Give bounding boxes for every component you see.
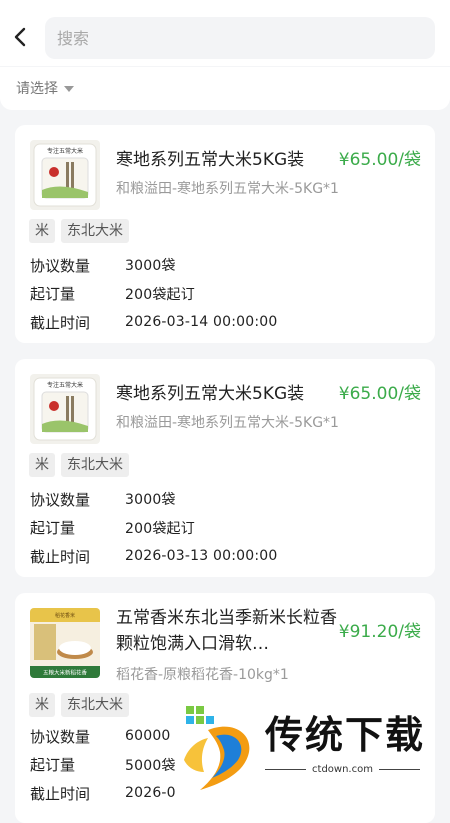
detail-row: 截止时间 2026-03-14 00:00:00 (30, 308, 278, 337)
tag: 东北大米 (61, 453, 129, 477)
watermark-logo-icon (184, 706, 250, 790)
row-label: 起订量 (30, 519, 76, 538)
detail-row: 协议数量 3000袋 (30, 251, 278, 280)
tag: 米 (29, 219, 55, 243)
detail-rows: 协议数量 60000 起订量 5000袋 截止时间 2026-0 (30, 722, 176, 808)
tag: 米 (29, 693, 55, 717)
detail-rows: 协议数量 3000袋 起订量 200袋起订 截止时间 2026-03-13 00… (30, 485, 278, 571)
product-price: ¥91.20/袋 (338, 622, 421, 642)
row-value: 200袋起订 (125, 520, 195, 537)
tag: 东北大米 (61, 219, 129, 243)
row-value: 60000 (125, 728, 171, 745)
product-thumbnail: 稻花香米 五粮大米新稻花香 (30, 608, 100, 678)
product-title: 寒地系列五常大米5KG装 (116, 150, 305, 170)
tag-list: 米 东北大米 (29, 693, 129, 717)
product-thumbnail: 专注五常大米 (30, 374, 100, 444)
product-subtitle: 和粮溢田-寒地系列五常大米-5KG*1 (116, 181, 339, 197)
row-label: 截止时间 (30, 313, 91, 332)
row-label: 截止时间 (30, 547, 91, 566)
watermark: 传统下载 ctdown.com (178, 700, 450, 800)
tag: 东北大米 (61, 693, 129, 717)
thumb-text: 专注五常大米 (47, 147, 83, 155)
product-subtitle: 和粮溢田-寒地系列五常大米-5KG*1 (116, 415, 339, 431)
product-thumbnail: 专注五常大米 (30, 140, 100, 210)
product-card[interactable]: 专注五常大米 寒地系列五常大米5KG装 ¥65.00/袋 和粮溢田-寒地系列五常… (15, 125, 435, 343)
product-price: ¥65.00/袋 (338, 384, 421, 404)
watermark-url: ctdown.com (312, 764, 373, 775)
row-label: 协议数量 (30, 256, 91, 275)
row-label: 截止时间 (30, 784, 91, 803)
row-label: 协议数量 (30, 490, 91, 509)
detail-rows: 协议数量 3000袋 起订量 200袋起订 截止时间 2026-03-14 00… (30, 251, 278, 337)
row-value: 3000袋 (125, 492, 176, 509)
caret-down-icon (64, 86, 74, 92)
header (0, 0, 450, 66)
row-value: 3000袋 (125, 258, 176, 275)
chevron-left-icon (14, 27, 26, 47)
detail-row: 截止时间 2026-03-13 00:00:00 (30, 542, 278, 571)
row-value: 5000袋 (125, 757, 176, 774)
back-button[interactable] (8, 22, 32, 52)
tag-list: 米 东北大米 (29, 453, 129, 477)
row-value: 2026-03-13 00:00:00 (125, 548, 278, 565)
watermark-url-row: ctdown.com (265, 764, 420, 775)
detail-row: 起订量 5000袋 (30, 751, 176, 780)
thumb-text: 五粮大米新稻花香 (43, 669, 88, 677)
row-label: 协议数量 (30, 727, 91, 746)
detail-row: 起订量 200袋起订 (30, 514, 278, 543)
product-card[interactable]: 专注五常大米 寒地系列五常大米5KG装 ¥65.00/袋 和粮溢田-寒地系列五常… (15, 359, 435, 577)
product-title: 五常香米东北当季新米长粒香颗粒饱满入口滑软… (116, 608, 337, 654)
tag: 米 (29, 453, 55, 477)
product-subtitle: 稻花香-原粮稻花香-10kg*1 (116, 667, 289, 683)
row-label: 起订量 (30, 285, 76, 304)
row-value: 200袋起订 (125, 286, 195, 303)
search-input[interactable] (55, 27, 435, 49)
watermark-name: 传统下载 (265, 713, 426, 757)
row-value: 2026-0 (125, 785, 176, 802)
search-box[interactable] (45, 17, 435, 59)
svg-text:稻花香米: 稻花香米 (55, 612, 75, 619)
filter-dropdown[interactable]: 请选择 (16, 78, 74, 98)
product-price: ¥65.00/袋 (338, 150, 421, 170)
detail-row: 起订量 200袋起订 (30, 280, 278, 309)
row-value: 2026-03-14 00:00:00 (125, 314, 278, 331)
filter-bar: 请选择 (0, 67, 450, 110)
filter-label: 请选择 (16, 81, 58, 97)
detail-row: 协议数量 60000 (30, 722, 176, 751)
tag-list: 米 东北大米 (29, 219, 129, 243)
thumb-text: 专注五常大米 (47, 381, 83, 389)
detail-row: 截止时间 2026-0 (30, 779, 176, 808)
row-label: 起订量 (30, 756, 76, 775)
detail-row: 协议数量 3000袋 (30, 485, 278, 514)
product-title: 寒地系列五常大米5KG装 (116, 384, 305, 404)
